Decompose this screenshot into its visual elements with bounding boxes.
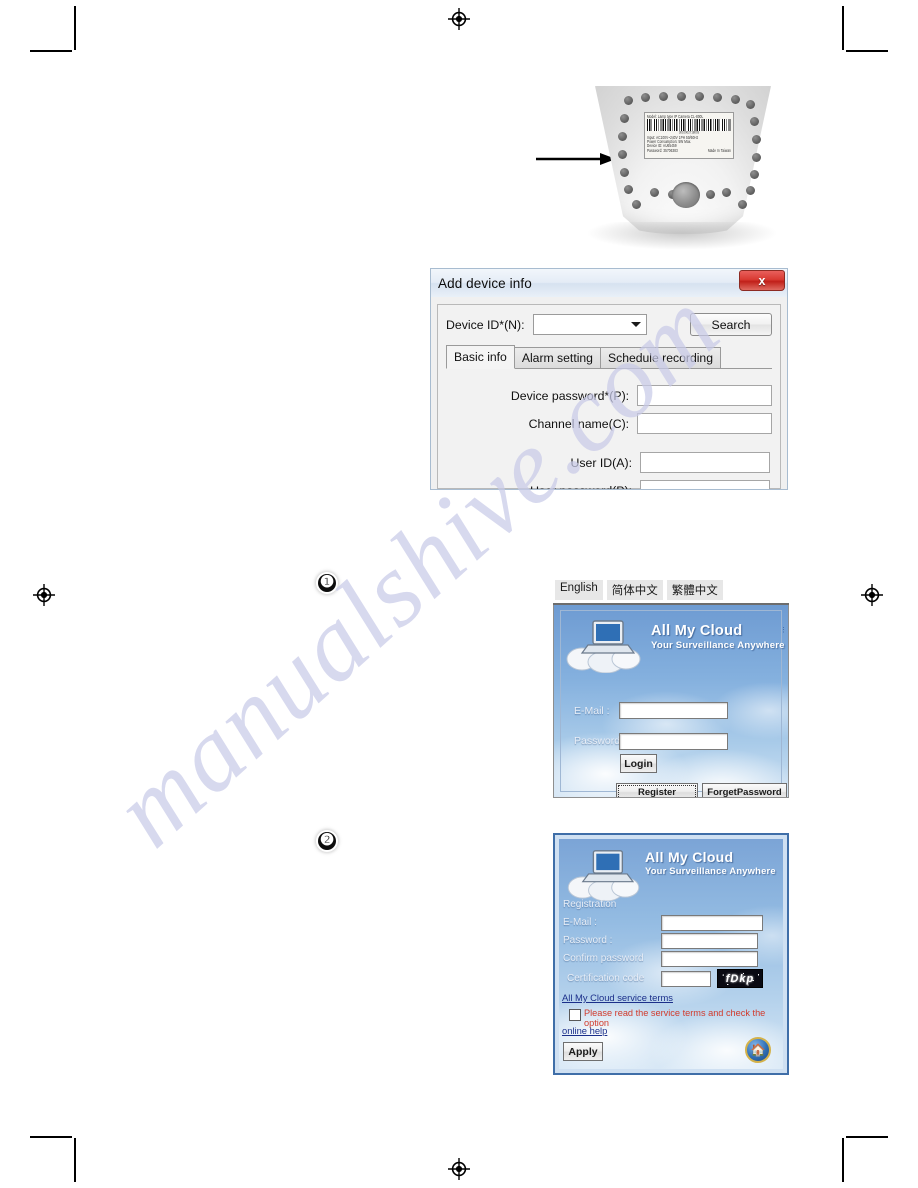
crop-mark-tr-v (842, 6, 844, 50)
step-2-number: ❷ (319, 832, 335, 849)
registration-mark-right (861, 584, 883, 606)
lang-tab-traditional-chinese[interactable]: 繁體中文 (666, 580, 723, 600)
accept-terms-text: Please read the service terms and check … (584, 1008, 766, 1028)
crop-mark-br-v (842, 1138, 844, 1182)
registration-panel: All My Cloud Your Surveillance Anywhere … (553, 833, 789, 1075)
brand-subtitle: Your Surveillance Anywhere (651, 640, 785, 651)
crop-mark-tr-h (846, 50, 888, 52)
search-button[interactable]: Search (690, 313, 772, 336)
chevron-down-icon (630, 322, 641, 327)
channel-name-input[interactable] (637, 413, 772, 434)
email-label: E-Mail : (563, 917, 597, 928)
registration-mark-left (33, 584, 55, 606)
email-input[interactable] (619, 702, 728, 719)
all-my-cloud-registration-screenshot: All My Cloud Your Surveillance Anywhere … (553, 833, 789, 1075)
crop-mark-tl-v (74, 6, 76, 50)
dialog-body: Device ID*(N): Search Basic info Alarm s… (430, 297, 788, 490)
tab-strip: Basic info Alarm setting Schedule record… (446, 345, 772, 369)
camera-shadow (586, 222, 778, 250)
cloud-laptop-logo-icon (567, 850, 640, 901)
certification-code-input[interactable] (661, 971, 711, 987)
forget-password-button[interactable]: ForgetPassword (702, 783, 787, 797)
crop-mark-bl-h (30, 1136, 72, 1138)
user-id-label: User ID(A): (570, 455, 633, 470)
step-2-badge: ❷ (318, 832, 336, 850)
crop-mark-tl-h (30, 50, 72, 52)
accept-terms-checkbox[interactable] (569, 1009, 581, 1021)
cloud-laptop-logo-icon (566, 620, 641, 673)
brand-title: All My Cloud (645, 849, 734, 865)
user-password-row: User password(P): (446, 480, 772, 490)
ip-camera-photo: Model: Lamp type IP Camera CL-800L 30109… (528, 84, 800, 254)
language-tabs: English 简体中文 繁體中文 (553, 578, 789, 605)
device-password-input[interactable] (637, 385, 772, 406)
camera-spec-label: Model: Lamp type IP Camera CL-800L 30109… (644, 112, 734, 159)
tab-alarm-setting[interactable]: Alarm setting (513, 347, 601, 369)
dialog-title: Add device info (438, 275, 532, 291)
registration-mark-top (448, 8, 470, 30)
label-origin: Made In Taiwan (707, 147, 731, 153)
channel-name-label: Channel name(C): (528, 416, 630, 431)
device-id-label: Device ID*(N): (446, 317, 525, 332)
email-input[interactable] (661, 915, 763, 931)
device-password-row: Device password*(P): (446, 385, 772, 406)
device-id-combo[interactable] (532, 314, 647, 335)
tab-schedule-recording[interactable]: Schedule recording (599, 347, 721, 369)
confirm-password-input[interactable] (661, 951, 758, 967)
brand-subtitle: Your Surveillance Anywhere (645, 865, 776, 876)
apply-button[interactable]: Apply (563, 1042, 603, 1061)
certification-code-label: Certification code (567, 973, 645, 984)
captcha-image: fDkp (717, 969, 763, 988)
user-password-label: User password(P): (446, 484, 640, 490)
password-label: Password: (574, 735, 624, 747)
device-id-row: Device ID*(N): Search (446, 313, 772, 336)
register-button[interactable]: Register (616, 783, 698, 797)
step-1-number: ❶ (319, 574, 335, 591)
login-panel: All My Cloud Your Surveillance Anywhere … (553, 605, 789, 798)
home-icon[interactable]: 🏠 (745, 1037, 771, 1063)
registration-surface: All My Cloud Your Surveillance Anywhere … (559, 839, 783, 1069)
dialog-inner-frame: Device ID*(N): Search Basic info Alarm s… (437, 304, 781, 489)
password-input[interactable] (619, 733, 728, 750)
label-model: Model: Lamp type IP Camera CL-800L (647, 114, 704, 120)
password-input[interactable] (661, 933, 758, 949)
step-1-badge: ❶ (318, 574, 336, 592)
device-password-label: Device password*(P): (510, 388, 630, 403)
service-terms-link[interactable]: All My Cloud service terms (562, 992, 673, 1003)
camera-lens (672, 182, 700, 208)
add-device-info-dialog: Add device info x Device ID*(N): Search … (430, 268, 788, 490)
basic-info-panel: Device password*(P): Channel name(C): Us… (446, 369, 772, 490)
brand-title: All My Cloud (651, 623, 743, 639)
pointer-arrow-icon (536, 153, 616, 165)
email-label: E-Mail : (574, 705, 610, 717)
registration-mark-bottom (448, 1158, 470, 1180)
crop-mark-bl-v (74, 1138, 76, 1182)
user-id-row: User ID(A): (446, 452, 772, 473)
dialog-title-bar: Add device info x (430, 268, 788, 297)
login-button[interactable]: Login (620, 754, 657, 773)
lang-tab-english[interactable]: English (555, 580, 603, 600)
panel-edge-hint: ⋮ (780, 627, 787, 634)
password-label: Password : (563, 935, 613, 946)
online-help-link[interactable]: online help (562, 1025, 607, 1036)
registration-heading: Registration (563, 899, 617, 910)
all-my-cloud-login-screenshot: English 简体中文 繁體中文 All My Cloud Your Surv… (553, 578, 789, 798)
label-password: Password: 35706383 (647, 147, 678, 153)
tab-basic-info[interactable]: Basic info (446, 345, 515, 369)
channel-name-row: Channel name(C): (446, 413, 772, 434)
confirm-password-label: Confirm password (563, 953, 644, 964)
user-password-input[interactable] (640, 480, 770, 489)
close-icon[interactable]: x (739, 270, 785, 291)
user-id-input[interactable] (640, 452, 770, 473)
crop-mark-br-h (846, 1136, 888, 1138)
lang-tab-simplified-chinese[interactable]: 简体中文 (606, 580, 663, 600)
